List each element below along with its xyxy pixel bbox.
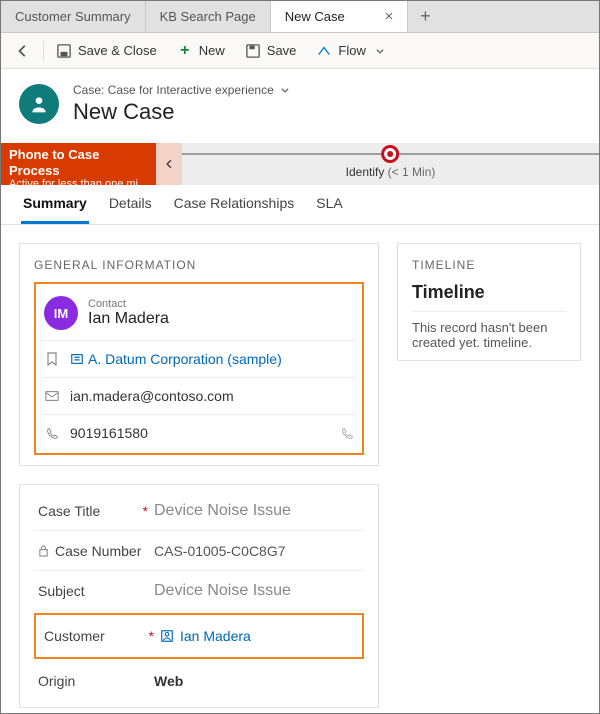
chevron-down-icon bbox=[280, 85, 290, 95]
timeline-title: Timeline bbox=[412, 282, 566, 303]
mail-icon bbox=[44, 390, 60, 402]
lock-icon bbox=[38, 544, 49, 557]
contact-label: Contact bbox=[88, 298, 169, 310]
contact-row[interactable]: IM Contact Ian Madera bbox=[42, 290, 356, 340]
plus-icon: + bbox=[177, 43, 193, 59]
page-title: New Case bbox=[73, 99, 290, 125]
general-info-panel: GENERAL INFORMATION IM Contact Ian Mader… bbox=[19, 243, 379, 466]
timeline-empty-text: This record hasn't been created yet. tim… bbox=[412, 311, 566, 350]
save-button[interactable]: Save bbox=[237, 37, 305, 65]
process-stage-identify[interactable]: Identify (< 1 Min) bbox=[346, 145, 436, 179]
timeline-panel: TIMELINE Timeline This record hasn't bee… bbox=[397, 243, 581, 361]
tab-kb-search[interactable]: KB Search Page bbox=[146, 1, 271, 32]
tab-case-relations[interactable]: Case Relationships bbox=[172, 195, 297, 224]
save-and-close-button[interactable]: Save & Close bbox=[48, 37, 165, 65]
email-value: ian.madera@contoso.com bbox=[70, 388, 234, 404]
contact-highlight-box: IM Contact Ian Madera A. Datum Corporati bbox=[34, 282, 364, 455]
customer-highlight-box: Customer* Ian Madera bbox=[34, 613, 364, 659]
back-icon bbox=[15, 43, 31, 59]
case-title-value: Device Noise Issue bbox=[154, 502, 364, 520]
contact-avatar: IM bbox=[44, 296, 78, 330]
stage-active-icon bbox=[381, 145, 399, 163]
contact-name: Ian Madera bbox=[88, 310, 169, 328]
command-bar: Save & Close + New Save Flow bbox=[1, 33, 599, 69]
breadcrumb[interactable]: Case: Case for Interactive experience bbox=[73, 83, 290, 97]
tab-new-case[interactable]: New Case × bbox=[271, 1, 409, 32]
customer-value: Ian Madera bbox=[180, 628, 251, 644]
business-process-flow: Phone to Case Process Active for less th… bbox=[1, 143, 599, 185]
tab-summary[interactable]: Summary bbox=[21, 195, 89, 224]
back-button[interactable] bbox=[7, 37, 39, 65]
tab-sla[interactable]: SLA bbox=[314, 195, 344, 224]
new-button[interactable]: + New bbox=[169, 37, 233, 65]
origin-row[interactable]: Origin Web bbox=[34, 661, 364, 701]
customer-row[interactable]: Customer* Ian Madera bbox=[40, 621, 358, 651]
bookmark-icon bbox=[44, 352, 60, 366]
subject-row[interactable]: Subject Device Noise Issue bbox=[34, 571, 364, 611]
case-title-row[interactable]: Case Title* Device Noise Issue bbox=[34, 491, 364, 531]
timeline-heading: TIMELINE bbox=[412, 258, 566, 272]
chevron-down-icon bbox=[372, 43, 388, 59]
phone-icon bbox=[44, 427, 60, 440]
account-link: A. Datum Corporation (sample) bbox=[88, 351, 282, 367]
add-tab-button[interactable]: + bbox=[408, 1, 442, 32]
entity-avatar bbox=[19, 84, 59, 124]
case-form-panel: Case Title* Device Noise Issue Case Numb… bbox=[19, 484, 379, 708]
session-tabbar: Customer Summary KB Search Page New Case… bbox=[1, 1, 599, 33]
case-number-value: CAS-01005-C0C8G7 bbox=[154, 543, 364, 559]
email-row[interactable]: ian.madera@contoso.com bbox=[42, 377, 356, 414]
case-number-row: Case Number CAS-01005-C0C8G7 bbox=[34, 531, 364, 571]
flow-icon bbox=[316, 43, 332, 59]
tab-customer-summary[interactable]: Customer Summary bbox=[1, 1, 146, 32]
phone-row[interactable]: 9019161580 bbox=[42, 414, 356, 451]
process-name-block[interactable]: Phone to Case Process Active for less th… bbox=[1, 143, 156, 185]
save-close-icon bbox=[56, 43, 72, 59]
record-header: Case: Case for Interactive experience Ne… bbox=[1, 69, 599, 143]
contact-icon bbox=[160, 629, 174, 643]
flow-label: Flow bbox=[338, 43, 365, 58]
subject-value: Device Noise Issue bbox=[154, 582, 364, 600]
origin-value: Web bbox=[154, 673, 364, 689]
account-row[interactable]: A. Datum Corporation (sample) bbox=[42, 340, 356, 377]
process-back-button[interactable] bbox=[156, 143, 182, 185]
account-icon bbox=[70, 352, 84, 366]
phone-value: 9019161580 bbox=[70, 425, 148, 441]
new-label: New bbox=[199, 43, 225, 58]
close-tab-icon[interactable]: × bbox=[385, 8, 394, 25]
flow-button[interactable]: Flow bbox=[308, 37, 395, 65]
phone-action-icon[interactable] bbox=[341, 427, 354, 440]
save-close-label: Save & Close bbox=[78, 43, 157, 58]
general-heading: GENERAL INFORMATION bbox=[34, 258, 364, 272]
tab-details[interactable]: Details bbox=[107, 195, 154, 224]
save-label: Save bbox=[267, 43, 297, 58]
save-icon bbox=[245, 43, 261, 59]
